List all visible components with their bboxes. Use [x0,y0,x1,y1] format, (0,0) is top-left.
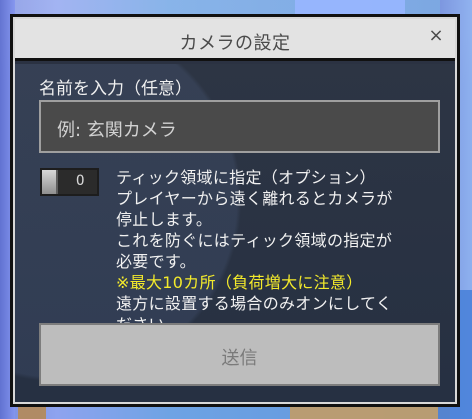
dialog-title: カメラの設定 [179,33,291,54]
toggle-knob [42,170,58,194]
dialog-content: 名前を入力（任意） 例: 玄関カメラ O ティック領域に指定（オプション） プレ… [15,64,455,402]
dialog-titlebar: カメラの設定 × [15,19,455,61]
tick-area-toggle[interactable]: O [40,168,99,196]
submit-button[interactable]: 送信 [39,323,440,386]
tick-area-option-text: ティック領域に指定（オプション） プレイヤーから遠く離れるとカメラが 停止します… [116,167,446,335]
option-title: ティック領域に指定（オプション） [116,168,376,187]
option-line: 必要です。 [116,252,196,271]
option-line: これを防ぐにはティック領域の指定が [116,231,393,250]
submit-button-label: 送信 [221,348,258,369]
camera-settings-dialog: カメラの設定 × 名前を入力（任意） 例: 玄関カメラ O ティック領域に指定（… [10,14,460,407]
name-input[interactable]: 例: 玄関カメラ [39,100,440,153]
toggle-state: O [76,173,85,189]
option-line: プレイヤーから遠く離れるとカメラが [116,189,393,208]
name-label: 名前を入力（任意） [39,79,192,99]
close-icon[interactable]: × [427,27,445,45]
option-line: 遠方に設置する場合のみオンにしてく [116,294,393,313]
warning-text: ※最大10カ所（負荷増大に注意） [116,273,363,292]
name-input-value: 例: 玄関カメラ [57,120,177,141]
option-line: 停止します。 [116,210,213,229]
